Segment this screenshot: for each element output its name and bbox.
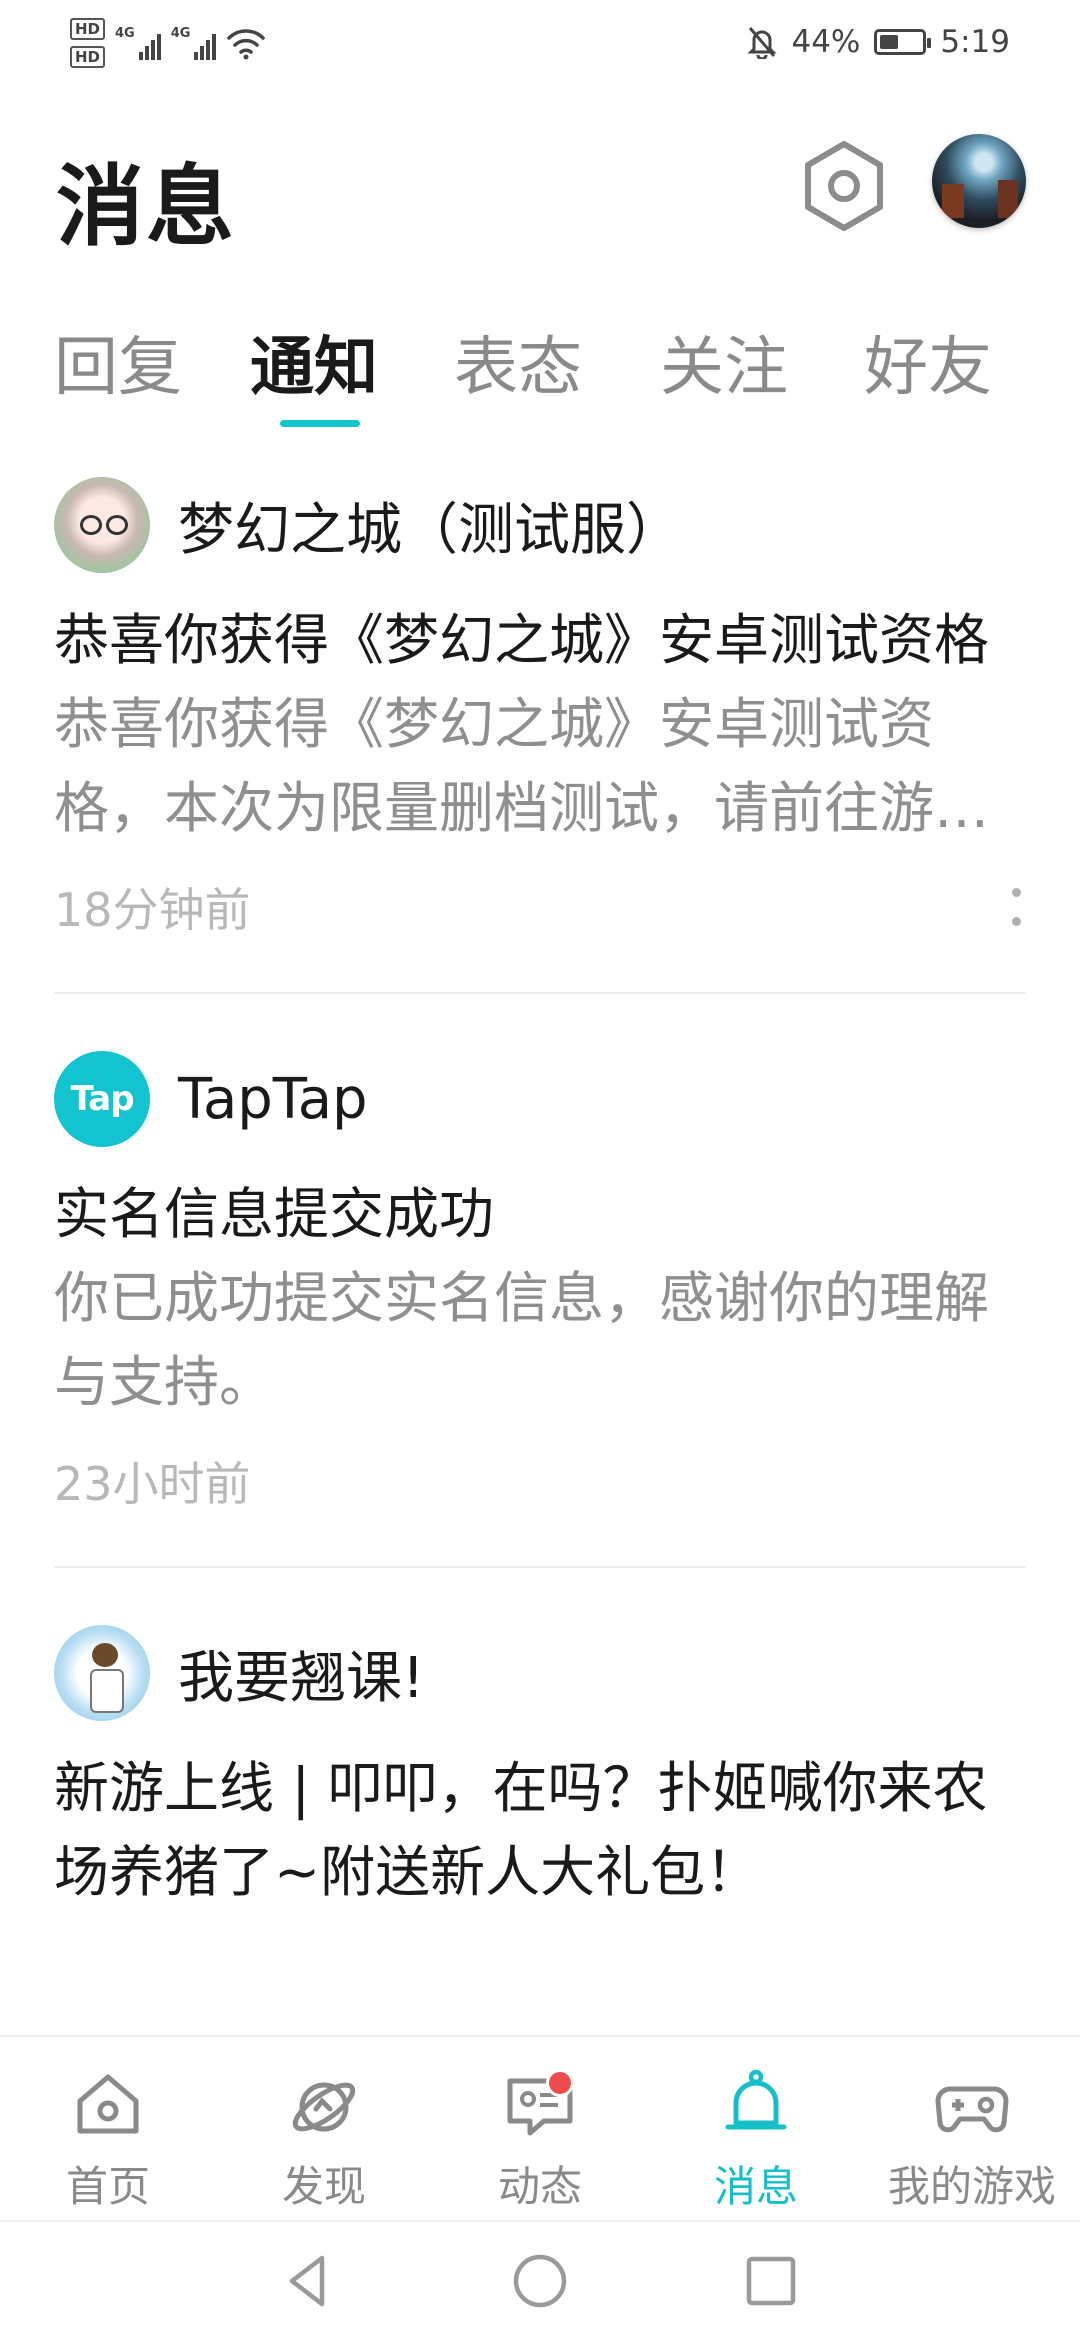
tab-notifications[interactable]: 通知: [250, 316, 378, 408]
wifi-icon: [227, 29, 266, 60]
more-options-icon[interactable]: [1006, 882, 1026, 932]
signal-1-icon: 4G: [115, 26, 161, 60]
nav-label: 动态: [497, 2162, 582, 2211]
notification-time: 23小时前: [54, 1457, 251, 1511]
recents-square-icon[interactable]: [740, 2250, 802, 2312]
notification-title: 恭喜你获得《梦幻之城》安卓测试资格: [54, 608, 990, 672]
notification-title: 实名信息提交成功: [54, 1182, 495, 1246]
battery-percent: 44%: [791, 24, 861, 60]
tab-replies[interactable]: 回复: [54, 316, 182, 408]
nav-messages[interactable]: 消息: [648, 2037, 864, 2218]
card-header: 我要翘课!: [54, 1618, 1026, 1728]
system-nav-bar: [0, 2220, 1080, 2340]
sender-name[interactable]: TapTap: [178, 1067, 368, 1132]
hd2-badge: HD: [70, 46, 106, 68]
network1-label: 4G: [115, 26, 135, 41]
notification-card[interactable]: 梦幻之城（测试服） 恭喜你获得《梦幻之城》安卓测试资格 恭喜你获得《梦幻之城》安…: [0, 470, 1080, 942]
nav-label: 我的游戏: [887, 2162, 1056, 2211]
nav-my-games[interactable]: 我的游戏: [864, 2037, 1080, 2218]
status-right: 44% 5:19: [747, 24, 1010, 60]
nav-label: 消息: [713, 2162, 798, 2211]
taptap-logo-icon[interactable]: Tap: [54, 1051, 150, 1147]
hd1-badge: HD: [70, 18, 106, 40]
hd-indicator: HD HD: [70, 18, 106, 68]
nav-feed[interactable]: 动态: [432, 2037, 648, 2218]
settings-icon[interactable]: [800, 138, 888, 234]
battery-fill: [880, 35, 898, 49]
user-avatar[interactable]: [932, 134, 1026, 228]
tab-following[interactable]: 关注: [660, 316, 788, 408]
notification-list[interactable]: 梦幻之城（测试服） 恭喜你获得《梦幻之城》安卓测试资格 恭喜你获得《梦幻之城》安…: [0, 470, 1080, 2035]
bottom-nav: 首页 发现 动态 消息 我的游戏: [0, 2035, 1080, 2218]
nav-label: 发现: [281, 2162, 366, 2211]
status-bar: HD HD 4G 4G 44% 5:19: [0, 0, 1080, 92]
card-header: Tap TapTap: [54, 1044, 1026, 1154]
nav-home[interactable]: 首页: [0, 2037, 216, 2218]
tab-bar: 回复 通知 表态 关注 好友: [0, 300, 1080, 440]
discover-icon: [292, 2082, 356, 2132]
notification-card[interactable]: 我要翘课! 新游上线 | 叩叩，在吗？扑姬喊你来农场养猪了~附送新人大礼包！: [0, 1618, 1080, 1914]
home-icon: [77, 2074, 139, 2134]
battery-icon: [874, 29, 932, 55]
sender-avatar[interactable]: [54, 477, 150, 573]
status-left: HD HD 4G 4G: [70, 18, 266, 68]
tab-reactions[interactable]: 表态: [454, 316, 582, 408]
sender-name[interactable]: 梦幻之城（测试服）: [178, 485, 682, 566]
nav-label: 首页: [65, 2162, 150, 2211]
bell-muted-icon: [747, 27, 778, 59]
unread-badge: [546, 2069, 574, 2097]
card-header: 梦幻之城（测试服）: [54, 470, 1026, 580]
clock: 5:19: [940, 24, 1010, 60]
active-tab-indicator: [280, 420, 360, 427]
back-icon[interactable]: [278, 2250, 340, 2312]
notification-title: 新游上线 | 叩叩，在吗？扑姬喊你来农场养猪了~附送新人大礼包！: [54, 1756, 988, 1904]
bell-icon: [725, 2069, 787, 2130]
divider: [54, 1566, 1026, 1568]
nav-discover[interactable]: 发现: [216, 2037, 432, 2218]
signal-2-icon: 4G: [171, 26, 217, 60]
card-meta: 23小时前: [54, 1446, 1026, 1516]
notification-body: 你已成功提交实名信息，感谢你的理解与支持。: [54, 1266, 990, 1414]
sender-name[interactable]: 我要翘课!: [178, 1633, 424, 1714]
card-meta: 18分钟前: [54, 872, 1026, 942]
network2-label: 4G: [170, 26, 191, 41]
gamepad-icon: [935, 2086, 1009, 2133]
notification-card[interactable]: Tap TapTap 实名信息提交成功 你已成功提交实名信息，感谢你的理解与支持…: [0, 1044, 1080, 1516]
page-title: 消息: [56, 155, 237, 258]
home-circle-icon[interactable]: [509, 2250, 571, 2312]
divider: [54, 992, 1026, 994]
sender-avatar[interactable]: [54, 1625, 150, 1721]
notification-time: 18分钟前: [54, 883, 251, 937]
tab-friends[interactable]: 好友: [864, 316, 992, 408]
notification-body: 恭喜你获得《梦幻之城》安卓测试资格，本次为限量删档测试，请前往游戏详情页查看测试…: [54, 692, 990, 840]
